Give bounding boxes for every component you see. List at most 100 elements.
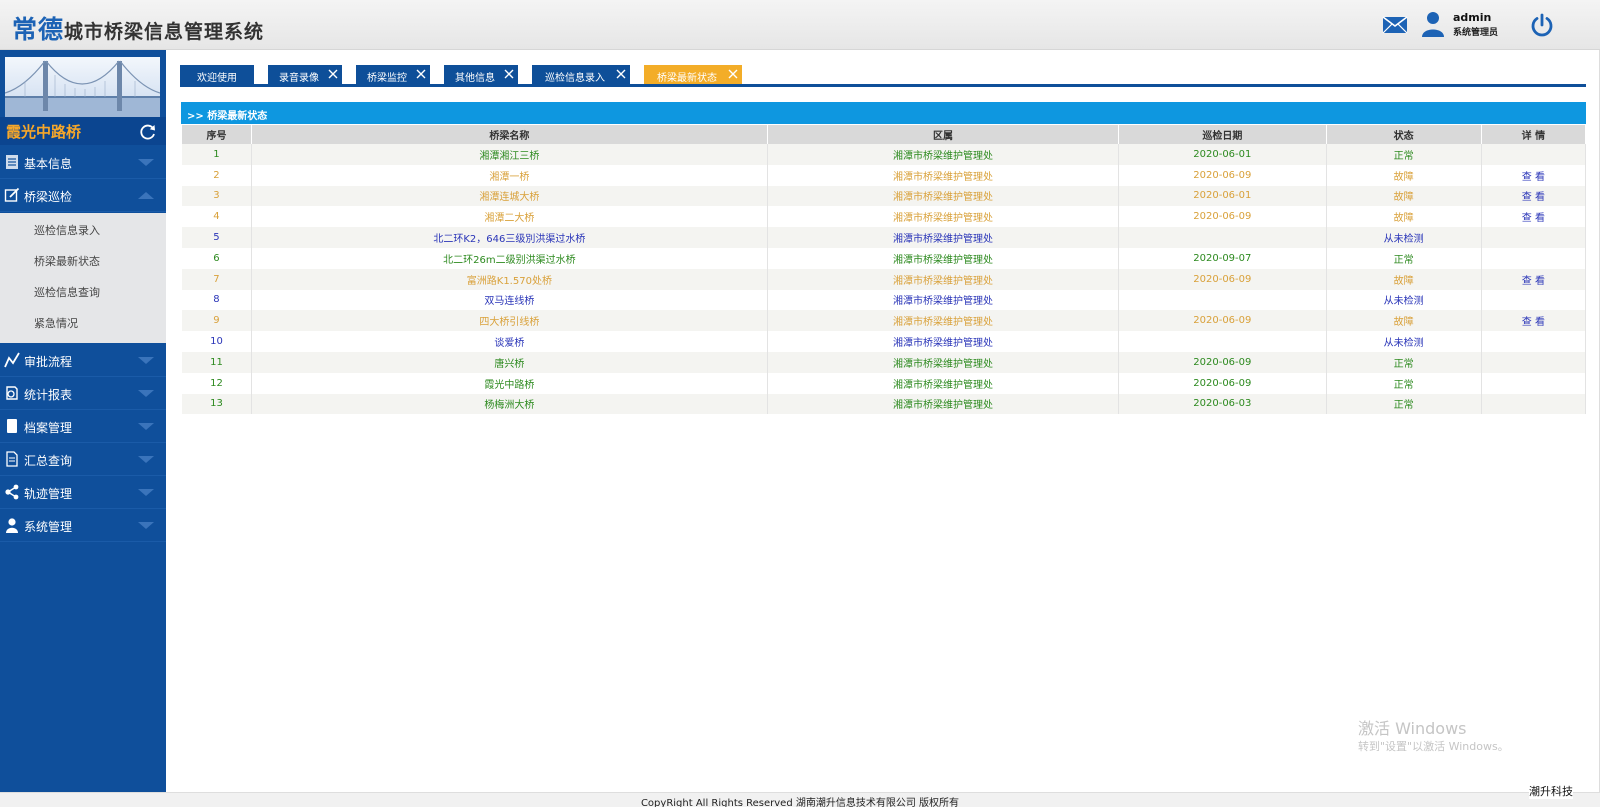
app-header: 常德 城市桥梁信息管理系统 admin 系统管理员 — [0, 0, 1600, 50]
nav-statistics-report[interactable]: 统计报表 — [0, 377, 166, 410]
cell-detail: 查 看 — [1481, 206, 1587, 228]
tab-audio-video[interactable]: 录音录像 — [268, 65, 342, 84]
cell-status: 从未检测 — [1326, 289, 1482, 311]
cell-district: 湘潭市桥梁维护管理处 — [767, 268, 1120, 290]
nav-approval-flow[interactable]: 审批流程 — [0, 344, 166, 377]
cell-district: 湘潭市桥梁维护管理处 — [767, 393, 1120, 415]
cell-district: 湘潭市桥梁维护管理处 — [767, 185, 1120, 207]
table-row: 7 富洲路K1.570处桥 湘潭市桥梁维护管理处 2020-06-09 故障 查 看 — [182, 268, 1587, 290]
submenu-emergency[interactable]: 紧急情况 — [0, 306, 166, 337]
cell-status: 从未检测 — [1326, 331, 1482, 352]
cell-detail: 查 看 — [1481, 164, 1587, 186]
nav-label: 系统管理 — [24, 520, 73, 534]
cell-no: 13 — [182, 393, 252, 415]
tab-inspection-entry[interactable]: 巡检信息录入 — [532, 65, 630, 84]
cell-no: 10 — [182, 331, 252, 352]
cell-detail — [1481, 247, 1587, 269]
logout-power-icon[interactable] — [1530, 13, 1554, 37]
cell-bridge-name: 湘潭湘江三桥 — [251, 144, 768, 165]
column-header-no: 序号 — [182, 125, 252, 144]
document-icon — [6, 451, 18, 467]
nav-label: 审批流程 — [24, 355, 73, 369]
cell-inspection-date: 2020-06-09 — [1118, 164, 1327, 186]
cell-inspection-date: 2020-06-03 — [1118, 393, 1327, 415]
submenu-label: 巡检信息录入 — [34, 224, 100, 237]
cell-detail — [1481, 393, 1587, 415]
column-header-detail: 详 情 — [1481, 125, 1587, 144]
nav-system-management[interactable]: 系统管理 — [0, 509, 166, 542]
table-row: 8 双马连线桥 湘潭市桥梁维护管理处 从未检测 — [182, 289, 1587, 311]
mail-icon[interactable] — [1382, 16, 1408, 34]
close-icon[interactable] — [616, 69, 626, 79]
current-bridge-bar: 霞光中路桥 — [0, 117, 166, 145]
cell-inspection-date: 2020-06-01 — [1118, 144, 1327, 165]
view-detail-link[interactable]: 查 看 — [1522, 276, 1545, 287]
windows-activation-watermark: 激活 Windows — [1358, 719, 1467, 738]
table-row: 2 湘潭一桥 湘潭市桥梁维护管理处 2020-06-09 故障 查 看 — [182, 164, 1587, 186]
close-icon[interactable] — [416, 69, 426, 79]
view-detail-link[interactable]: 查 看 — [1522, 192, 1545, 203]
cell-inspection-date: 2020-06-01 — [1118, 185, 1327, 207]
view-detail-link[interactable]: 查 看 — [1522, 317, 1545, 328]
nav-basic-info[interactable]: 基本信息 — [0, 146, 166, 179]
cell-district: 湘潭市桥梁维护管理处 — [767, 227, 1120, 248]
tab-other-info[interactable]: 其他信息 — [444, 65, 518, 84]
cell-detail — [1481, 331, 1587, 352]
cell-district: 湘潭市桥梁维护管理处 — [767, 247, 1120, 269]
cell-status: 正常 — [1326, 372, 1482, 394]
cell-status: 正常 — [1326, 247, 1482, 269]
cell-status: 故障 — [1326, 164, 1482, 186]
cell-bridge-name: 霞光中路桥 — [251, 372, 768, 394]
cell-inspection-date — [1118, 331, 1327, 352]
submenu-bridge-latest-status[interactable]: 桥梁最新状态 — [0, 244, 166, 275]
cell-inspection-date: 2020-06-09 — [1118, 268, 1327, 290]
nav-summary-query[interactable]: 汇总查询 — [0, 443, 166, 476]
cell-no: 7 — [182, 268, 252, 290]
edit-icon — [4, 187, 20, 202]
cell-inspection-date: 2020-06-09 — [1118, 351, 1327, 373]
column-header-date: 巡检日期 — [1118, 125, 1327, 144]
nav-track-management[interactable]: 轨迹管理 — [0, 476, 166, 509]
cell-no: 8 — [182, 289, 252, 311]
close-icon[interactable] — [504, 69, 514, 79]
nav-bridge-inspection[interactable]: 桥梁巡检 — [0, 179, 166, 212]
close-icon[interactable] — [328, 69, 338, 79]
cell-bridge-name: 四大桥引线桥 — [251, 310, 768, 332]
tab-label: 欢迎使用 — [197, 73, 237, 84]
nav-label: 汇总查询 — [24, 454, 73, 468]
tab-welcome[interactable]: 欢迎使用 — [180, 65, 254, 84]
current-bridge-name: 霞光中路桥 — [6, 123, 82, 141]
logo-brand: 常德 — [12, 15, 65, 44]
view-detail-link[interactable]: 查 看 — [1522, 213, 1545, 224]
close-icon[interactable] — [728, 69, 738, 79]
submenu-label: 桥梁最新状态 — [34, 255, 100, 268]
cell-detail: 查 看 — [1481, 185, 1587, 207]
submenu-inspection-query[interactable]: 巡检信息查询 — [0, 275, 166, 306]
submenu-inspection-entry[interactable]: 巡检信息录入 — [0, 213, 166, 244]
cell-bridge-name: 富洲路K1.570处桥 — [251, 268, 768, 290]
cell-no: 9 — [182, 310, 252, 332]
tab-bridge-latest-status[interactable]: 桥梁最新状态 — [644, 65, 742, 84]
app-title: 城市桥梁信息管理系统 — [64, 21, 265, 43]
user-avatar-icon — [1422, 12, 1444, 37]
view-detail-link[interactable]: 查 看 — [1522, 172, 1545, 183]
refresh-icon[interactable] — [139, 123, 157, 141]
cell-district: 湘潭市桥梁维护管理处 — [767, 206, 1120, 228]
cell-status: 故障 — [1326, 310, 1482, 332]
cell-district: 湘潭市桥梁维护管理处 — [767, 164, 1120, 186]
cell-bridge-name: 北二环K2，646三级別洪渠过水桥 — [251, 227, 768, 248]
inspection-submenu: 巡检信息录入 桥梁最新状态 巡检信息查询 紧急情况 — [0, 213, 166, 343]
chevron-down-icon — [138, 357, 154, 364]
cell-bridge-name: 湘潭一桥 — [251, 164, 768, 186]
tab-bridge-monitor[interactable]: 桥梁监控 — [356, 65, 430, 84]
nav-archive-management[interactable]: 档案管理 — [0, 410, 166, 443]
cell-bridge-name: 北二环26m二级别洪渠过水桥 — [251, 247, 768, 269]
cell-bridge-name: 谈爱桥 — [251, 331, 768, 352]
chevron-down-icon — [138, 489, 154, 496]
cell-district: 湘潭市桥梁维护管理处 — [767, 372, 1120, 394]
submenu-label: 紧急情况 — [34, 317, 78, 330]
chevron-down-icon — [138, 456, 154, 463]
cell-no: 2 — [182, 164, 252, 186]
table-row: 10 谈爱桥 湘潭市桥梁维护管理处 从未检测 — [182, 331, 1587, 352]
user-icon — [6, 518, 18, 533]
